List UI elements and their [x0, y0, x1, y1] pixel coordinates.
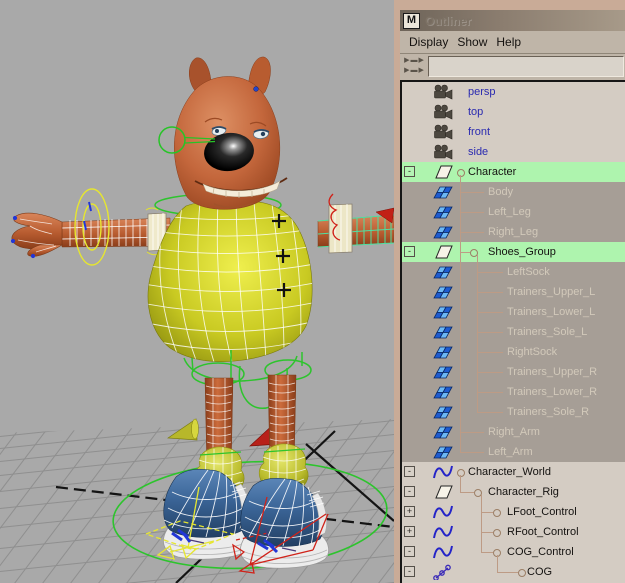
- row-trainers-sole-r[interactable]: Trainers_Sole_R: [402, 402, 625, 422]
- mesh-icon: [432, 184, 454, 200]
- row-right-arm[interactable]: Right_Arm: [402, 422, 625, 442]
- maya-logo-icon: M: [403, 13, 420, 29]
- right-sleeve-cuff[interactable]: [329, 204, 352, 253]
- row-trainers-upper-r[interactable]: Trainers_Upper_R: [402, 362, 625, 382]
- menu-display[interactable]: Display: [409, 35, 448, 49]
- mesh-icon: [432, 384, 454, 400]
- row-top[interactable]: top: [402, 102, 625, 122]
- mesh-icon: [432, 204, 454, 220]
- transform-icon: [432, 244, 454, 260]
- head-marker-dot: [254, 87, 259, 92]
- transform-icon: [432, 164, 454, 180]
- connection-filter-icon[interactable]: ▶▬▶▶▬▶: [403, 56, 426, 78]
- window-title: Outliner: [425, 14, 471, 28]
- row-right-leg[interactable]: Right_Leg: [402, 222, 625, 242]
- mesh-icon: [432, 264, 454, 280]
- camera-icon: [432, 124, 454, 140]
- mesh-icon: [432, 284, 454, 300]
- row-persp[interactable]: persp: [402, 82, 625, 102]
- row-trainers-upper-l[interactable]: Trainers_Upper_L: [402, 282, 625, 302]
- camera-icon: [432, 84, 454, 100]
- scene-perspective[interactable]: [0, 0, 394, 583]
- row-lfoot-control[interactable]: +LFoot_Control: [402, 502, 625, 522]
- finger-tip-marker: [13, 216, 17, 220]
- mesh-icon: [432, 424, 454, 440]
- row-trainers-lower-r[interactable]: Trainers_Lower_R: [402, 382, 625, 402]
- menu-show[interactable]: Show: [457, 35, 487, 49]
- curve-icon: [432, 544, 454, 560]
- outliner-titlebar[interactable]: M Outliner: [400, 10, 625, 31]
- transform-icon: [432, 484, 454, 500]
- expand-toggle[interactable]: +: [404, 526, 415, 537]
- row-rfoot-control[interactable]: +RFoot_Control: [402, 522, 625, 542]
- row-cog[interactable]: -COG: [402, 562, 625, 582]
- row-front[interactable]: front: [402, 122, 625, 142]
- menu-help[interactable]: Help: [496, 35, 521, 49]
- viewport-3d[interactable]: [0, 0, 394, 583]
- mesh-icon: [432, 304, 454, 320]
- row-rightsock[interactable]: RightSock: [402, 342, 625, 362]
- expand-toggle[interactable]: -: [404, 486, 415, 497]
- mesh-icon: [432, 404, 454, 420]
- expand-toggle[interactable]: -: [404, 546, 415, 557]
- mesh-icon: [432, 224, 454, 240]
- row-character-rig[interactable]: -Character_Rig: [402, 482, 625, 502]
- outliner-menubar: Display Show Help: [400, 31, 625, 54]
- mesh-icon: [432, 364, 454, 380]
- outliner-filterbar: ▶▬▶▶▬▶: [400, 54, 625, 80]
- outliner-window: M Outliner Display Show Help ▶▬▶▶▬▶ pers…: [400, 0, 625, 583]
- row-cog-control[interactable]: -COG_Control: [402, 542, 625, 562]
- row-leftsock[interactable]: LeftSock: [402, 262, 625, 282]
- mesh-icon: [432, 444, 454, 460]
- finger-tip-marker: [31, 254, 35, 258]
- expand-toggle[interactable]: -: [404, 246, 415, 257]
- row-character[interactable]: -Character: [402, 162, 625, 182]
- camera-icon: [432, 104, 454, 120]
- expand-toggle[interactable]: -: [404, 166, 415, 177]
- row-character-world[interactable]: -Character_World: [402, 462, 625, 482]
- row-trainers-lower-l[interactable]: Trainers_Lower_L: [402, 302, 625, 322]
- row-left-arm[interactable]: Left_Arm: [402, 442, 625, 462]
- expand-toggle[interactable]: -: [404, 466, 415, 477]
- row-trainers-sole-l[interactable]: Trainers_Sole_L: [402, 322, 625, 342]
- expand-toggle[interactable]: +: [404, 506, 415, 517]
- maya-workspace: M Outliner Display Show Help ▶▬▶▶▬▶ pers…: [0, 0, 625, 583]
- outliner-filter-input[interactable]: [428, 56, 624, 77]
- row-left-leg[interactable]: Left_Leg: [402, 202, 625, 222]
- camera-icon: [432, 144, 454, 160]
- expand-toggle[interactable]: -: [404, 566, 415, 577]
- finger-tip-marker: [11, 239, 15, 243]
- row-shoes-group[interactable]: -Shoes_Group: [402, 242, 625, 262]
- curve-icon: [432, 464, 454, 480]
- mesh-icon: [432, 344, 454, 360]
- curve-icon: [432, 504, 454, 520]
- mesh-icon: [432, 324, 454, 340]
- outliner-tree: persp top front side -Character Body Lef…: [400, 80, 625, 583]
- joint-icon: [432, 564, 454, 580]
- curve-icon: [432, 524, 454, 540]
- row-side[interactable]: side: [402, 142, 625, 162]
- row-body[interactable]: Body: [402, 182, 625, 202]
